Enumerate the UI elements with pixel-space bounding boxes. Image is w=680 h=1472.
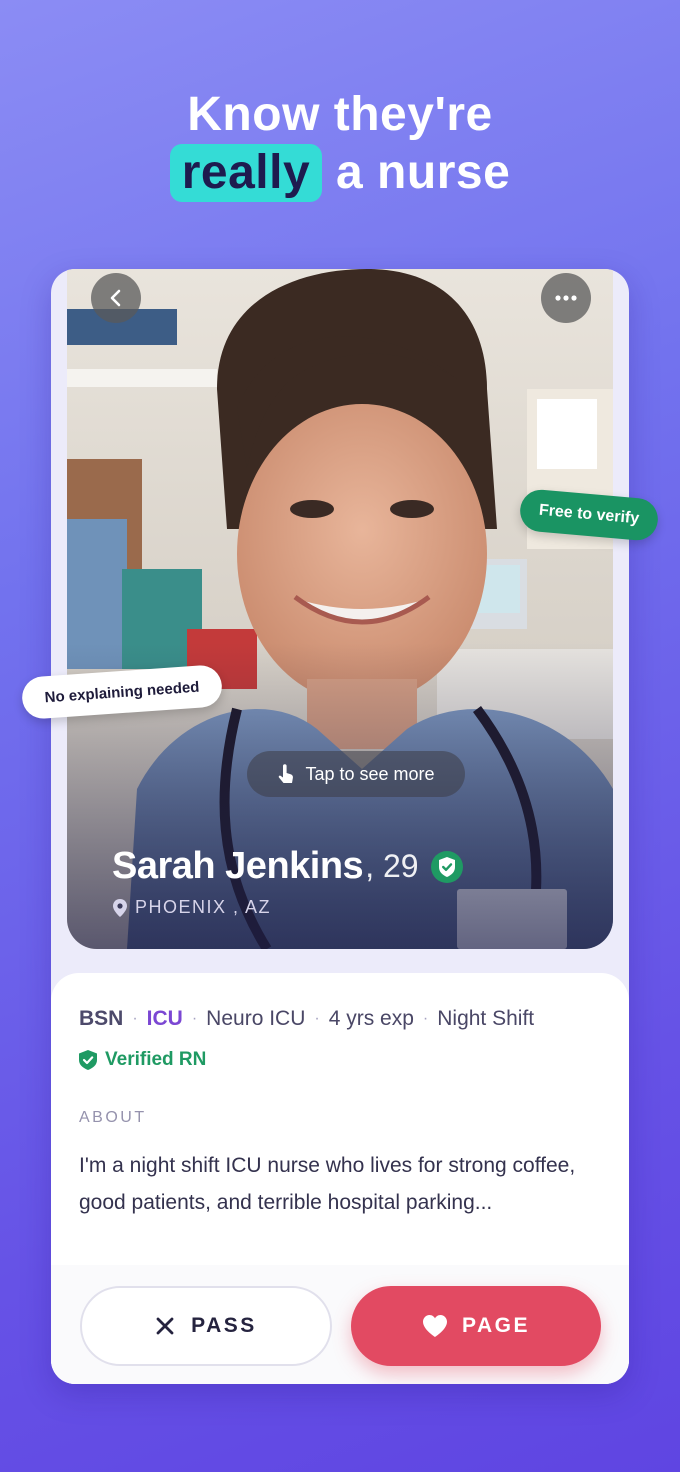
location-row: PHOENIX , AZ (113, 897, 271, 918)
tag-experience: 4 yrs exp (328, 1007, 414, 1030)
shield-check-icon (430, 850, 463, 883)
verified-badge: Verified RN (79, 1049, 206, 1071)
pass-label: PASS (191, 1314, 257, 1337)
tap-to-see-more-button[interactable]: Tap to see more (247, 751, 465, 797)
headline-line-2: really a nurse (0, 144, 680, 202)
chevron-left-icon (110, 289, 121, 307)
tag-unit: ICU (146, 1007, 183, 1030)
profile-age: , 29 (365, 848, 419, 884)
close-icon (156, 1317, 174, 1335)
more-options-button[interactable] (541, 273, 591, 323)
about-heading: ABOUT (79, 1109, 147, 1126)
heart-icon (423, 1315, 448, 1337)
tag-degree: BSN (79, 1007, 124, 1030)
separator-dot: · (132, 1010, 138, 1027)
headline: Know they're really a nurse (0, 86, 680, 202)
location-pin-icon (113, 898, 127, 917)
back-button[interactable] (91, 273, 141, 323)
page-label: PAGE (462, 1314, 530, 1337)
tap-hint-label: Tap to see more (305, 763, 435, 784)
page-button[interactable]: PAGE (351, 1286, 601, 1366)
name-row: Sarah Jenkins , 29 (112, 845, 463, 888)
profile-photo[interactable]: Tap to see more Sarah Jenkins , 29 PHOEN… (67, 269, 613, 949)
headline-rest: a nurse (336, 146, 511, 199)
more-dots-icon (555, 295, 577, 301)
location-label: PHOENIX , AZ (135, 897, 272, 917)
tap-hand-icon (279, 764, 294, 783)
about-text: I'm a night shift ICU nurse who lives fo… (79, 1154, 576, 1214)
verified-label: Verified RN (105, 1049, 207, 1070)
profile-name: Sarah Jenkins (112, 845, 364, 887)
headline-line-1: Know they're (187, 88, 493, 141)
shield-check-icon (79, 1050, 97, 1070)
credential-tags: BSN · ICU · Neuro ICU · 4 yrs exp · Nigh… (79, 1007, 534, 1031)
phone-mockup: Tap to see more Sarah Jenkins , 29 PHOEN… (51, 269, 629, 1384)
tag-specialty: Neuro ICU (206, 1007, 306, 1030)
separator-dot: · (191, 1010, 198, 1027)
separator-dot: · (314, 1010, 320, 1027)
headline-highlight: really (169, 144, 323, 202)
separator-dot: · (422, 1010, 429, 1027)
tag-shift: Night Shift (437, 1007, 535, 1030)
pass-button[interactable]: PASS (80, 1286, 332, 1366)
